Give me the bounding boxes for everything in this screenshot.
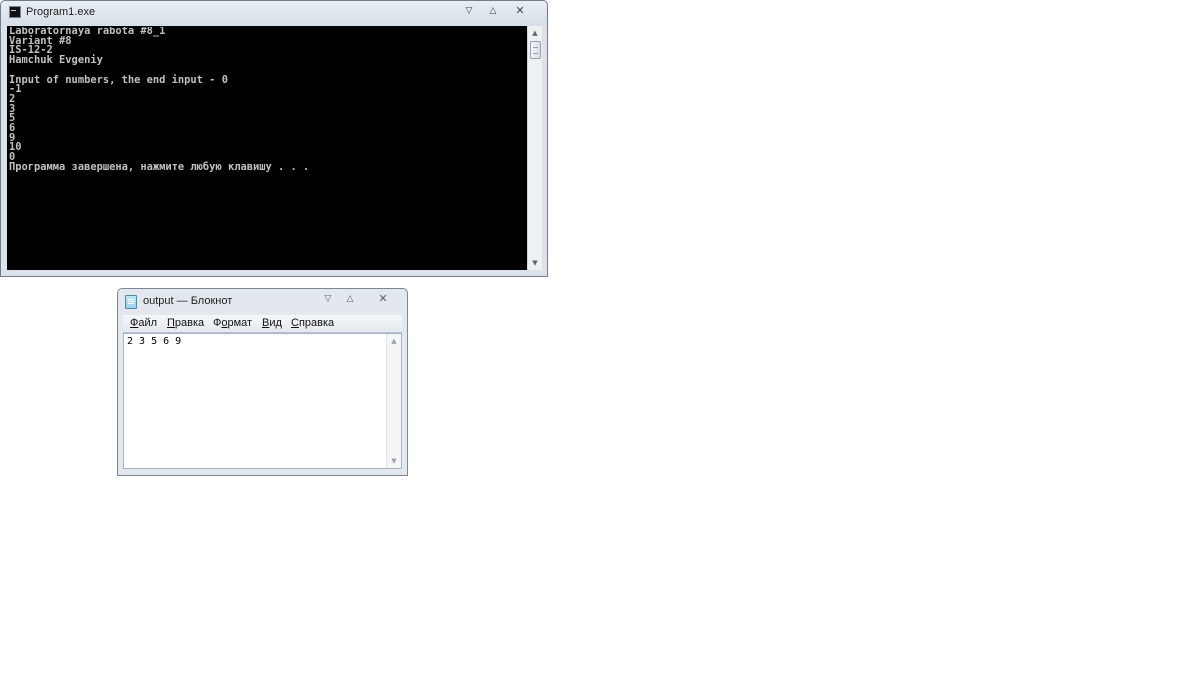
minimize-icon[interactable]: ▽ bbox=[317, 291, 339, 307]
notepad-text-area[interactable]: 2 3 5 6 9 ▲ ▼ bbox=[123, 333, 402, 469]
console-output-text: Laboratornaya rabota #8_1 Variant #8 IS-… bbox=[9, 27, 310, 173]
scrollbar-thumb[interactable] bbox=[530, 41, 541, 59]
menu-edit[interactable]: Правка bbox=[167, 317, 204, 329]
notepad-content[interactable]: 2 3 5 6 9 bbox=[127, 336, 181, 347]
scroll-up-arrow-icon[interactable]: ▲ bbox=[528, 26, 542, 40]
menu-help[interactable]: Справка bbox=[291, 317, 334, 329]
notepad-vertical-scrollbar[interactable]: ▲ ▼ bbox=[386, 334, 401, 468]
notepad-menu-bar: Файл Правка Формат Вид Справка bbox=[123, 315, 402, 333]
maximize-icon[interactable]: △ bbox=[480, 3, 506, 19]
console-window-title: Program1.exe bbox=[26, 6, 96, 18]
menu-format[interactable]: Формат bbox=[213, 317, 252, 329]
scroll-up-arrow-icon[interactable]: ▲ bbox=[387, 334, 401, 348]
console-window[interactable]: Program1.exe ▽ △ ✕ Laboratornaya rabota … bbox=[0, 0, 548, 277]
scroll-down-arrow-icon[interactable]: ▼ bbox=[528, 256, 542, 270]
notepad-app-icon[interactable] bbox=[125, 295, 137, 309]
menu-view[interactable]: Вид bbox=[262, 317, 282, 329]
notepad-window[interactable]: output — Блокнот ▽ △ ✕ Файл Правка Форма… bbox=[117, 288, 408, 476]
close-icon[interactable]: ✕ bbox=[507, 3, 533, 19]
console-app-icon[interactable] bbox=[9, 6, 21, 18]
minimize-icon[interactable]: ▽ bbox=[456, 3, 482, 19]
console-vertical-scrollbar[interactable]: ▲ ▼ bbox=[527, 26, 542, 270]
console-titlebar[interactable]: Program1.exe ▽ △ ✕ bbox=[1, 1, 547, 25]
console-output-area[interactable]: Laboratornaya rabota #8_1 Variant #8 IS-… bbox=[7, 26, 542, 270]
maximize-icon[interactable]: △ bbox=[339, 291, 361, 307]
notepad-window-title: output — Блокнот bbox=[143, 295, 233, 307]
close-icon[interactable]: ✕ bbox=[372, 291, 394, 307]
menu-file[interactable]: Файл bbox=[130, 317, 157, 329]
notepad-titlebar[interactable]: output — Блокнот ▽ △ ✕ bbox=[118, 289, 407, 315]
scroll-down-arrow-icon[interactable]: ▼ bbox=[387, 454, 401, 468]
